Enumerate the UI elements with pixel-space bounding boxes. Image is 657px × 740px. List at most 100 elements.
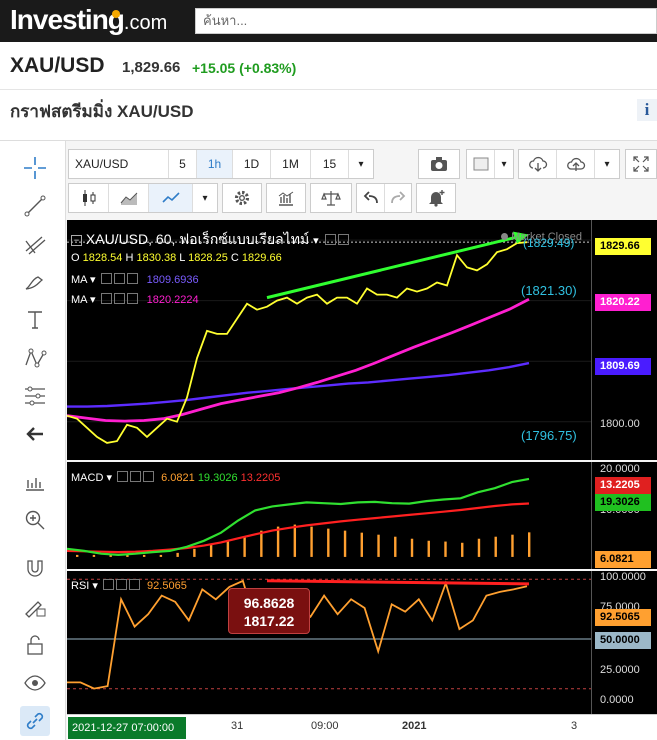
tooltip-rsi-value: 96.8628 [243, 595, 295, 611]
ma1-eye-icon[interactable] [100, 273, 112, 284]
interval-5[interactable]: 5 [169, 150, 197, 178]
magnet-icon[interactable] [20, 554, 50, 584]
color-picker[interactable]: ▾ [466, 149, 514, 179]
rsi-pane[interactable]: RSI ▾ 92.5065 [67, 571, 591, 714]
price-axis[interactable]: 1829.66 1820.22 1809.69 1800.00 [591, 220, 657, 460]
cloud-toolbar: ▾ [518, 149, 620, 179]
pane-gear-icon[interactable] [337, 234, 349, 245]
macd-close-icon[interactable] [143, 471, 155, 482]
cloud-dropdown[interactable]: ▾ [595, 150, 619, 178]
site-logo[interactable]: Investing.com [10, 4, 167, 36]
area-chart-icon[interactable] [109, 184, 149, 212]
rsi-axis[interactable]: 100.0000 75.0000 25.0000 0.0000 92.5065 … [591, 571, 657, 714]
text-icon[interactable] [20, 305, 50, 335]
line-chart-icon[interactable] [149, 184, 193, 212]
drawing-toolbar [0, 141, 66, 740]
collapse-icon[interactable]: − [71, 235, 82, 246]
fullscreen-button[interactable] [625, 149, 657, 179]
interval-dropdown[interactable]: ▾ [349, 150, 373, 178]
macd-histogram-bar [92, 554, 96, 557]
undo-icon[interactable] [357, 184, 385, 212]
macd-histogram-bar [427, 540, 430, 557]
ma1-label: MA [71, 274, 87, 286]
pattern-icon[interactable] [20, 343, 50, 373]
chart-style-dropdown[interactable]: ▾ [193, 184, 217, 212]
symbol-field[interactable]: XAU/USD [69, 150, 169, 178]
fib-icon[interactable] [20, 229, 50, 259]
search-input[interactable]: ค้นหา... [195, 8, 657, 34]
macd-eye-icon[interactable] [117, 471, 129, 482]
link-icon[interactable] [20, 706, 50, 736]
ma2-close-icon[interactable] [126, 293, 138, 304]
logo-dot [112, 10, 120, 18]
lock-draw-icon[interactable] [20, 592, 50, 622]
eye-icon[interactable] [20, 668, 50, 698]
alert-button[interactable] [416, 183, 456, 213]
ohlc-c: 1829.66 [241, 252, 282, 264]
macd-axis[interactable]: 20.0000 10.0000 13.2205 19.3026 6.0821 [591, 462, 657, 569]
trendline-icon[interactable] [20, 191, 50, 221]
zoom-icon[interactable] [20, 505, 50, 535]
info-icon[interactable]: i [637, 99, 657, 121]
crosshair-time: 2021-12-27 07:00:00 [68, 717, 186, 739]
snapshot-button[interactable] [418, 149, 460, 179]
unlock-icon[interactable] [20, 630, 50, 660]
brush-icon[interactable] [20, 267, 50, 297]
rsi-legend[interactable]: RSI ▾ 92.5065 [71, 579, 187, 592]
back-arrow-icon[interactable] [20, 419, 50, 449]
ma2-eye-icon[interactable] [100, 293, 112, 304]
rsi-trend-line [266, 579, 530, 586]
tooltip-price-value: 1817.22 [243, 613, 295, 629]
indicators-button[interactable] [266, 183, 306, 213]
macd-hist-tag: 6.0821 [595, 551, 651, 568]
macd-pane[interactable]: MACD ▾ 6.0821 19.3026 13.2205 [67, 462, 591, 569]
ohlc-l: 1828.25 [188, 252, 228, 264]
candles-icon[interactable] [69, 184, 109, 212]
pane-settings-icon[interactable] [324, 234, 336, 245]
crosshair-icon[interactable] [20, 153, 50, 183]
macd-histogram-bar [511, 534, 514, 557]
macd-label: MACD [71, 472, 104, 484]
chart-heading: กราฟสตรีมมิ่ง XAU/USD [10, 102, 194, 121]
ma1-legend[interactable]: MA ▾ 1809.6936 [71, 273, 199, 286]
macd-histogram-bar [444, 541, 447, 557]
settings-button[interactable] [222, 183, 262, 213]
macd-line-value: 19.3026 [197, 472, 238, 484]
ohlc-h-label: H [125, 252, 134, 264]
pane-title-dropdown[interactable]: ▾ [313, 235, 319, 247]
macd-histogram-bar [260, 530, 263, 557]
macd-histogram-bar [209, 544, 213, 557]
color-dropdown[interactable]: ▾ [495, 150, 513, 178]
ma2-legend[interactable]: MA ▾ 1820.2224 [71, 293, 199, 306]
ma1-close-icon[interactable] [126, 273, 138, 284]
interval-15[interactable]: 15 [311, 150, 349, 178]
macd-histogram-bar [377, 534, 380, 557]
site-header: Investing.com ค้นหา... [0, 0, 657, 42]
ma1-gear-icon[interactable] [113, 273, 125, 284]
cloud-upload-icon[interactable] [557, 150, 595, 178]
rsi-value-tag: 92.5065 [595, 609, 651, 626]
interval-1m[interactable]: 1M [271, 150, 311, 178]
macd-histogram-bar [276, 526, 280, 557]
rsi-close-icon[interactable] [128, 579, 140, 590]
redo-icon[interactable] [385, 184, 411, 212]
macd-histogram-bar [477, 538, 481, 557]
rsi-eye-icon[interactable] [102, 579, 114, 590]
fib-levels-icon[interactable] [20, 381, 50, 411]
macd-histogram-bar [193, 548, 196, 557]
time-axis[interactable]: 2021-12-27 07:00:00 31 09:00 2021 3 [67, 714, 657, 740]
rsi-gear-icon[interactable] [115, 579, 127, 590]
ma2-gear-icon[interactable] [113, 293, 125, 304]
price-pane[interactable]: − XAU/USD, 60, ฟอเร็กซ์แบบเรียลไทม์ ▾ Ma… [67, 220, 591, 460]
measure-icon[interactable] [20, 468, 50, 498]
ma1-price-tag: 1809.69 [595, 358, 651, 375]
bell-plus-icon [417, 184, 455, 212]
pane-title[interactable]: − XAU/USD, 60, ฟอเร็กซ์แบบเรียลไทม์ ▾ [71, 229, 349, 251]
macd-gear-icon[interactable] [130, 471, 142, 482]
macd-legend[interactable]: MACD ▾ 6.0821 19.3026 13.2205 [71, 471, 280, 484]
price-tick: 1800.00 [600, 418, 640, 430]
interval-1d[interactable]: 1D [233, 150, 271, 178]
cloud-download-icon[interactable] [519, 150, 557, 178]
compare-button[interactable] [310, 183, 352, 213]
interval-1h[interactable]: 1h [197, 150, 233, 178]
